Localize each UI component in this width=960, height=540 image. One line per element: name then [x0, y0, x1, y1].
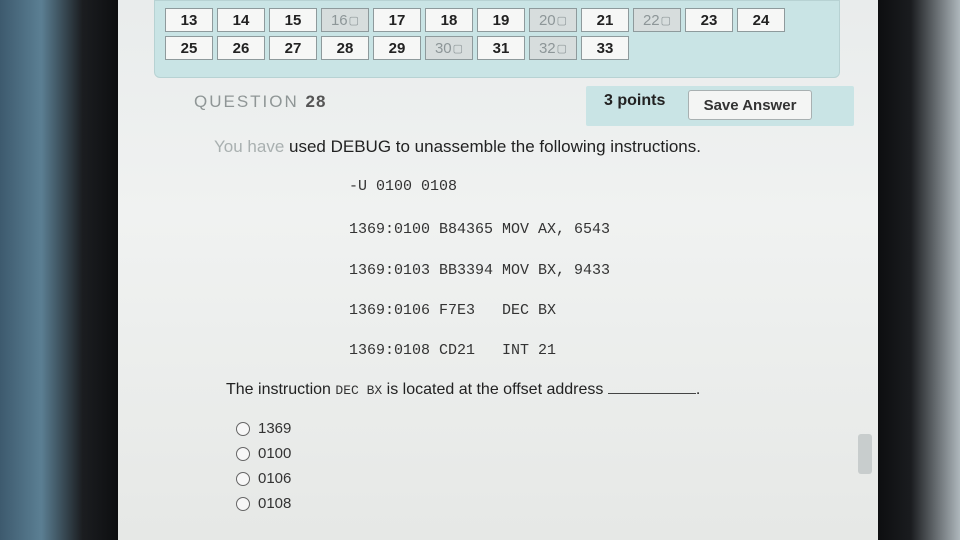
question-nav-button[interactable]: 30 ▢: [425, 36, 473, 60]
question-nav-button[interactable]: 13▢: [165, 8, 213, 32]
stem-text-before: The instruction: [226, 381, 336, 398]
question-nav-button[interactable]: 32 ▢: [529, 36, 577, 60]
question-nav-label: 24: [752, 11, 770, 29]
stem-end: .: [695, 381, 701, 398]
radio-button[interactable]: [236, 446, 250, 461]
question-nav-button[interactable]: 33▢: [581, 36, 629, 60]
question-nav-label: 26: [232, 39, 250, 57]
answered-flag-icon: ▢: [556, 42, 568, 55]
question-nav-label: 21: [596, 11, 614, 29]
question-nav-label: 25: [180, 39, 198, 57]
option-label: 1369: [258, 420, 292, 437]
answered-flag-icon: ▢: [452, 42, 464, 55]
code-line: 1369:0100 B84365 MOV AX, 6543: [349, 221, 611, 238]
question-nav-label: 22: [642, 11, 660, 29]
question-nav-button[interactable]: 20 ▢: [529, 8, 577, 32]
option-0108[interactable]: 0108: [236, 495, 291, 512]
prompt-text: used DEBUG to unassemble the following i…: [284, 137, 701, 156]
question-nav-button[interactable]: 24▢: [737, 8, 785, 32]
option-label: 0100: [258, 445, 292, 462]
answer-blank: [607, 380, 696, 394]
code-line: -U 0100 0108: [349, 178, 458, 195]
question-nav-label: 23: [700, 11, 718, 29]
question-label: QUESTION: [194, 92, 299, 111]
question-points: 3 points: [604, 92, 666, 109]
question-nav-label: 17: [388, 11, 406, 29]
question-number: 28: [305, 92, 327, 111]
question-nav-button[interactable]: 27▢: [269, 36, 317, 60]
question-nav-label: 19: [492, 11, 510, 29]
question-nav-label: 13: [180, 11, 198, 29]
radio-button[interactable]: [236, 496, 250, 511]
question-nav-label: 16: [330, 11, 348, 29]
answered-flag-icon: ▢: [348, 14, 360, 27]
question-nav-button[interactable]: 14▢: [217, 8, 265, 32]
question-nav-label: 20: [538, 11, 556, 29]
question-nav-button[interactable]: 22 ▢: [633, 8, 681, 32]
answered-flag-icon: ▢: [556, 14, 568, 27]
question-nav-button[interactable]: 15▢: [269, 8, 317, 32]
answered-flag-icon: ▢: [660, 14, 672, 27]
option-0106[interactable]: 0106: [236, 470, 291, 487]
question-nav-button[interactable]: 17▢: [373, 8, 421, 32]
question-nav-button[interactable]: 31▢: [477, 36, 525, 60]
question-nav-button[interactable]: 26▢: [217, 36, 265, 60]
question-nav-button[interactable]: 25▢: [165, 36, 213, 60]
stem-code: DEC BX: [335, 383, 383, 398]
option-0100[interactable]: 0100: [236, 445, 291, 462]
question-nav-label: 28: [336, 39, 354, 57]
question-title: QUESTION 28: [194, 92, 326, 112]
question-nav-button[interactable]: 21▢: [581, 8, 629, 32]
monitor-bezel-left: [0, 0, 118, 540]
question-nav-label: 31: [492, 39, 510, 57]
question-header: QUESTION 28 3 points Save Answer: [154, 84, 854, 126]
question-nav-label: 30: [434, 39, 452, 57]
question-nav-button[interactable]: 28▢: [321, 36, 369, 60]
scrollbar-thumb[interactable]: [858, 434, 872, 474]
question-nav-button[interactable]: 29▢: [373, 36, 421, 60]
question-nav-label: 33: [596, 39, 614, 57]
monitor-bezel-right: [878, 0, 960, 540]
question-nav-button[interactable]: 23▢: [685, 8, 733, 32]
code-line: 1369:0103 BB3394 MOV BX, 9433: [349, 262, 611, 279]
stem-text-after: is located at the offset address: [382, 381, 608, 398]
question-nav-label: 14: [232, 11, 250, 29]
option-label: 0108: [258, 495, 292, 512]
question-navigation-grid: 13▢14▢15▢16▢17▢18▢19▢20▢21▢22▢23▢24▢25▢2…: [165, 8, 805, 60]
question-prompt: You have used DEBUG to unassemble the fo…: [214, 137, 701, 157]
option-label: 0106: [258, 470, 292, 487]
question-nav-button[interactable]: 19▢: [477, 8, 525, 32]
question-nav-label: 15: [284, 11, 302, 29]
radio-button[interactable]: [236, 471, 250, 486]
option-1369[interactable]: 1369: [236, 420, 291, 437]
code-line: 1369:0108 CD21 INT 21: [349, 342, 557, 359]
prompt-faded-text: You have: [214, 137, 285, 156]
question-nav-label: 29: [388, 39, 406, 57]
question-nav-button[interactable]: 18▢: [425, 8, 473, 32]
screen: 13▢14▢15▢16▢17▢18▢19▢20▢21▢22▢23▢24▢25▢2…: [118, 0, 878, 540]
code-line: 1369:0106 F7E3 DEC BX: [349, 302, 557, 319]
question-nav-button[interactable]: 16 ▢: [321, 8, 369, 32]
question-stem: The instruction DEC BX is located at the…: [226, 380, 700, 399]
save-answer-button[interactable]: Save Answer: [688, 90, 812, 120]
question-nav-label: 32: [538, 39, 556, 57]
question-nav-label: 18: [440, 11, 458, 29]
question-nav-label: 27: [284, 39, 302, 57]
radio-button[interactable]: [236, 421, 250, 436]
